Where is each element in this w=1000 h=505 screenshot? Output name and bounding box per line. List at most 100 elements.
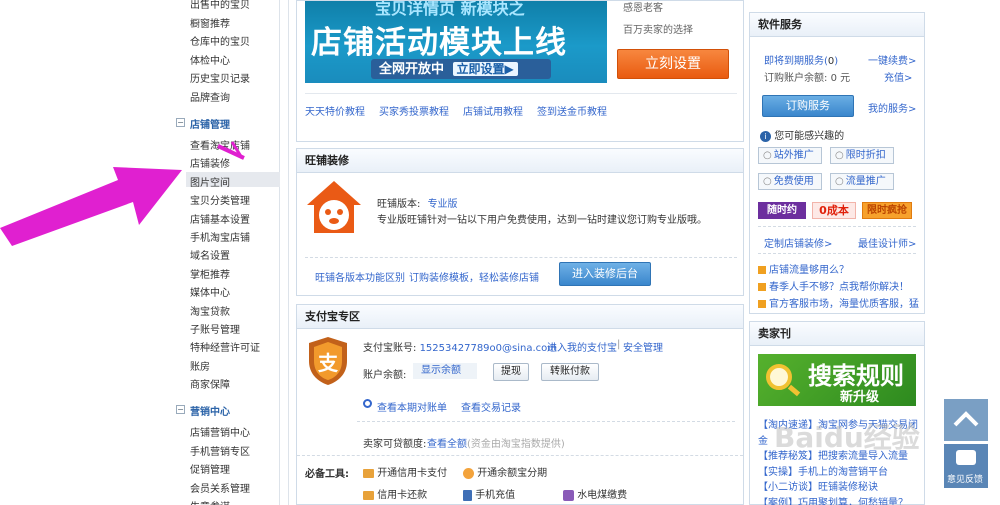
- tool-label[interactable]: 开通信用卡支付: [377, 468, 447, 479]
- order-service-button[interactable]: 订购服务: [762, 95, 854, 117]
- sidebar-item[interactable]: 会员关系管理: [190, 480, 250, 495]
- journal-item[interactable]: 【实操】手机上的淘营销平台: [758, 463, 920, 478]
- journal-item[interactable]: 【案例】巧用聚划算，何愁销量？: [758, 494, 920, 505]
- renew-link[interactable]: 一键续费>: [868, 52, 916, 67]
- version-diff-link[interactable]: 旺铺各版本功能区别: [315, 269, 405, 284]
- sidebar-item[interactable]: 出售中的宝贝: [190, 0, 250, 11]
- promo-flash-sale[interactable]: 限时疯抢: [862, 202, 912, 219]
- feedback-button[interactable]: 意见反馈: [944, 444, 988, 488]
- sidebar-item[interactable]: 掌柜推荐: [190, 266, 230, 281]
- expiring-label[interactable]: 即将到期服务(: [764, 56, 828, 67]
- sidebar-item[interactable]: 域名设置: [190, 247, 230, 262]
- sidebar-item[interactable]: 淘宝贷款: [190, 303, 230, 318]
- software-panel: 软件服务 即将到期服务(0) 一键续费> 订购账户余额: 0 元 充值> 订购服…: [749, 12, 925, 314]
- sidebar-item[interactable]: 品牌查询: [190, 89, 230, 104]
- set-now-button[interactable]: 立刻设置: [617, 49, 729, 79]
- account-value: 15253427789o0@sina.com: [419, 343, 558, 354]
- chip-offsite-promo[interactable]: ○ 站外推广: [758, 147, 822, 164]
- sidebar-item[interactable]: 账房: [190, 358, 210, 373]
- show-balance[interactable]: 显示余额: [413, 363, 477, 379]
- loan-note: (资金由淘宝指数提供): [467, 439, 565, 450]
- bill-link[interactable]: 查看本期对账单: [377, 399, 447, 414]
- banner-sub: 新升级: [840, 390, 880, 405]
- promo-anytime[interactable]: 随时约: [758, 202, 806, 219]
- best-designer-link[interactable]: 最佳设计师>: [858, 235, 916, 250]
- tool-card-repay[interactable]: 信用卡还款: [363, 486, 427, 501]
- sidebar-item[interactable]: 子账号管理: [190, 321, 240, 336]
- promo-zero-cost[interactable]: 0成本: [812, 202, 856, 219]
- enter-decoration-button[interactable]: 进入装修后台: [559, 262, 651, 286]
- security-link[interactable]: 安全管理: [623, 339, 663, 354]
- card-icon: [363, 468, 374, 478]
- panel-title: 支付宝专区: [297, 305, 743, 329]
- sidebar-item[interactable]: 特种经营许可证: [190, 339, 260, 354]
- panel-title: 软件服务: [750, 13, 924, 37]
- my-alipay-link[interactable]: 进入我的支付宝: [547, 339, 617, 354]
- activity-banner[interactable]: 宝贝详情页 新模块之 店铺活动模块上线 全网开放中 立即设置▶: [305, 1, 607, 83]
- sidebar-item[interactable]: 媒体中心: [190, 284, 230, 299]
- sidebar-item[interactable]: 手机营销专区: [190, 443, 250, 458]
- wangpu-panel: 旺铺装修 旺铺版本: 专业版 专业版旺铺针对一钻以下用户免费使用，达到一钻时建议…: [296, 148, 744, 296]
- tool-credit-card[interactable]: 开通信用卡支付: [363, 464, 447, 479]
- section-shop-management[interactable]: − 店铺管理: [176, 116, 276, 131]
- journal-item[interactable]: 【推荐秘笈】把搜索流量导入流量: [758, 447, 920, 462]
- custom-decoration-link[interactable]: 定制店铺装修>: [764, 235, 832, 250]
- tool-phone-topup[interactable]: 手机充值: [463, 486, 515, 501]
- news-item[interactable]: 官方客服市场，海量优质客服，猛: [758, 295, 920, 310]
- tool-label[interactable]: 水电煤缴费: [577, 490, 627, 501]
- tutorial-link[interactable]: 签到送金币教程: [537, 103, 607, 118]
- utility-icon: [563, 489, 574, 501]
- sidebar-item[interactable]: 橱窗推荐: [190, 15, 230, 30]
- link-sep: |: [617, 339, 621, 350]
- chip-traffic-promo[interactable]: ○ 流量推广: [830, 173, 894, 190]
- tools-label: 必备工具:: [305, 469, 349, 480]
- news-item[interactable]: 春季人手不够？点我帮你解决！: [758, 278, 920, 293]
- collapse-icon[interactable]: −: [176, 405, 185, 414]
- journal-item[interactable]: 金: [758, 432, 920, 447]
- journal-item[interactable]: 【小二访谈】旺铺装修秘诀: [758, 478, 920, 493]
- trade-record-link[interactable]: 查看交易记录: [461, 399, 521, 414]
- expiring-line[interactable]: 即将到期服务(0): [764, 52, 838, 67]
- tool-label[interactable]: 信用卡还款: [377, 490, 427, 501]
- alipay-divider2: [297, 455, 743, 456]
- chip-icon: ○: [835, 150, 844, 161]
- tool-label[interactable]: 开通余额宝分期: [477, 468, 547, 479]
- section-title: 店铺管理: [190, 120, 230, 131]
- tool-yuebao[interactable]: 开通余额宝分期: [463, 464, 547, 479]
- tool-label[interactable]: 手机充值: [475, 490, 515, 501]
- loan-link[interactable]: 查看全额: [427, 435, 467, 450]
- section-marketing-center[interactable]: − 营销中心: [176, 403, 276, 418]
- collapse-icon[interactable]: −: [176, 118, 185, 127]
- chip-free-use[interactable]: ○ 免费使用: [758, 173, 822, 190]
- transfer-button[interactable]: 转账付款: [541, 363, 599, 381]
- version-value[interactable]: 专业版: [428, 199, 458, 210]
- expiring-close: ): [834, 56, 839, 67]
- order-template-link[interactable]: 订购装修模板，轻松装修店铺: [409, 269, 539, 284]
- version-desc: 专业版旺铺针对一钻以下用户免费使用，达到一钻时建议您订购专业版哦。: [377, 215, 707, 226]
- tutorial-link[interactable]: 买家秀投票教程: [379, 103, 449, 118]
- sidebar-item[interactable]: 生意参谋: [190, 498, 230, 505]
- chevron-up-icon: [953, 411, 979, 427]
- journal-item[interactable]: 【淘内速递】淘宝网参与天猫交易闭: [758, 416, 920, 431]
- banner-main-text: 店铺活动模块上线: [311, 25, 567, 61]
- shop-house-icon: [305, 179, 363, 235]
- sidebar-item[interactable]: 促销管理: [190, 461, 230, 476]
- sidebar-item[interactable]: 历史宝贝记录: [190, 70, 250, 85]
- chip-limited-discount[interactable]: ○ 限时折扣: [830, 147, 894, 164]
- tutorial-link[interactable]: 天天特价教程: [305, 103, 365, 118]
- banner-strip[interactable]: 全网开放中 立即设置▶: [371, 59, 551, 79]
- search-rules-banner[interactable]: 搜索规则 新升级: [758, 354, 916, 406]
- balance-label: 订购账户余额:: [764, 73, 828, 84]
- back-to-top-button[interactable]: [944, 399, 988, 441]
- my-service-link[interactable]: 我的服务>: [868, 100, 916, 115]
- tool-utilities[interactable]: 水电煤缴费: [563, 486, 627, 501]
- sidebar-item[interactable]: 店铺营销中心: [190, 424, 250, 439]
- tutorial-link[interactable]: 店铺试用教程: [463, 103, 523, 118]
- strip-cta[interactable]: 立即设置▶: [452, 62, 518, 76]
- news-item[interactable]: 店铺流量够用么？: [758, 261, 920, 276]
- sidebar-item[interactable]: 体检中心: [190, 52, 230, 67]
- sidebar-item[interactable]: 仓库中的宝贝: [190, 33, 250, 48]
- withdraw-button[interactable]: 提现: [493, 363, 529, 381]
- sidebar-item[interactable]: 商家保障: [190, 376, 230, 391]
- recharge-link[interactable]: 充值>: [884, 69, 912, 84]
